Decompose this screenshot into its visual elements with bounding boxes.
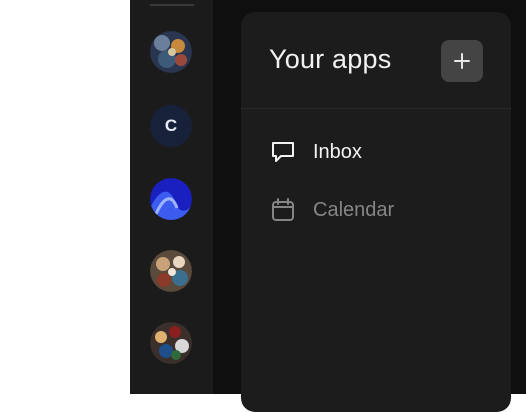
add-app-button[interactable] — [441, 40, 483, 82]
blank-area — [0, 0, 130, 394]
plus-icon — [454, 53, 470, 69]
app-item-inbox[interactable]: Inbox — [269, 136, 362, 168]
server-avatar-image — [150, 31, 192, 73]
server-avatar-2[interactable]: C — [150, 105, 192, 147]
server-avatar-image — [150, 250, 192, 292]
server-avatar-5[interactable] — [150, 322, 192, 364]
server-avatar-1[interactable] — [150, 31, 192, 73]
apps-panel: Your apps Inbox Calendar — [241, 12, 511, 412]
calendar-icon — [269, 196, 297, 224]
apps-header: Your apps — [241, 12, 511, 109]
server-avatar-image — [150, 178, 192, 220]
server-letter: C — [164, 116, 178, 135]
chat-bubble-icon — [269, 138, 297, 166]
panel-title: Your apps — [269, 44, 392, 74]
server-avatar-4[interactable] — [150, 250, 192, 292]
app-item-label: Inbox — [313, 140, 362, 163]
server-avatar-3[interactable] — [150, 178, 192, 220]
rail-divider — [150, 4, 194, 6]
server-avatar-image — [150, 322, 192, 364]
app-item-label: Calendar — [313, 198, 395, 221]
app-item-calendar[interactable]: Calendar — [269, 194, 394, 226]
